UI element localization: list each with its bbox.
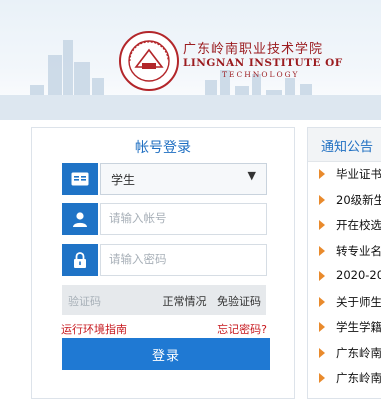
bullet-arrow-icon (319, 322, 325, 332)
login-title: 帐号登录 (135, 140, 191, 156)
role-select-row: 学生 ▼ (62, 163, 267, 195)
forgot-password-link[interactable]: 忘记密码? (217, 321, 267, 337)
school-name-en-line2: TECHNOLOGY (222, 70, 300, 79)
role-select-value: 学生 (111, 173, 136, 187)
captcha-skip-option[interactable]: 免验证码 (217, 295, 261, 308)
lock-icon (62, 244, 98, 276)
bullet-arrow-icon (319, 271, 325, 281)
bullet-arrow-icon (319, 373, 325, 383)
captcha-row: 正常情况 免验证码 (62, 285, 266, 317)
notices-header: 通知公告 (308, 128, 381, 162)
captcha-normal-option[interactable]: 正常情况 (163, 295, 207, 308)
captcha-input[interactable] (62, 285, 150, 317)
header-banner: 广东岭南职业技术学院 LINGNAN INSTITUTE OF TECHNOLO… (0, 0, 381, 120)
password-field[interactable] (100, 244, 267, 276)
bullet-arrow-icon (319, 347, 325, 358)
chevron-down-icon: ▼ (247, 169, 256, 182)
account-field[interactable] (100, 203, 267, 235)
school-seal-logo (119, 31, 179, 91)
captcha-options: 正常情况 免验证码 (163, 293, 262, 309)
login-panel: 帐号登录 学生 ▼ 请输入帐号 验证码 正常情况 免验证码 运行环境指南 忘记密… (31, 127, 295, 399)
password-row (62, 244, 267, 276)
bullet-arrow-icon (319, 220, 325, 230)
notices-panel: 通知公告 毕业证书 20级新生 开在校选 转专业名 2020-20 关于师生 学… (307, 127, 381, 399)
account-row (62, 203, 267, 235)
bullet-arrow-icon (319, 194, 325, 205)
id-card-icon (62, 163, 98, 195)
school-name-cn: 广东岭南职业技术学院 (183, 42, 324, 57)
env-guide-link[interactable]: 运行环境指南 (61, 321, 127, 337)
user-icon (62, 203, 98, 235)
school-name-en: LINGNAN INSTITUTE OF (183, 57, 343, 69)
password-input[interactable] (101, 245, 259, 273)
bullet-arrow-icon (319, 245, 325, 256)
role-select[interactable]: 学生 ▼ (100, 163, 267, 195)
login-button[interactable]: 登录 (62, 338, 270, 370)
bullet-arrow-icon (319, 296, 325, 307)
account-input[interactable] (101, 204, 259, 232)
notices-title: 通知公告 (321, 140, 374, 155)
bullet-arrow-icon (319, 169, 325, 179)
